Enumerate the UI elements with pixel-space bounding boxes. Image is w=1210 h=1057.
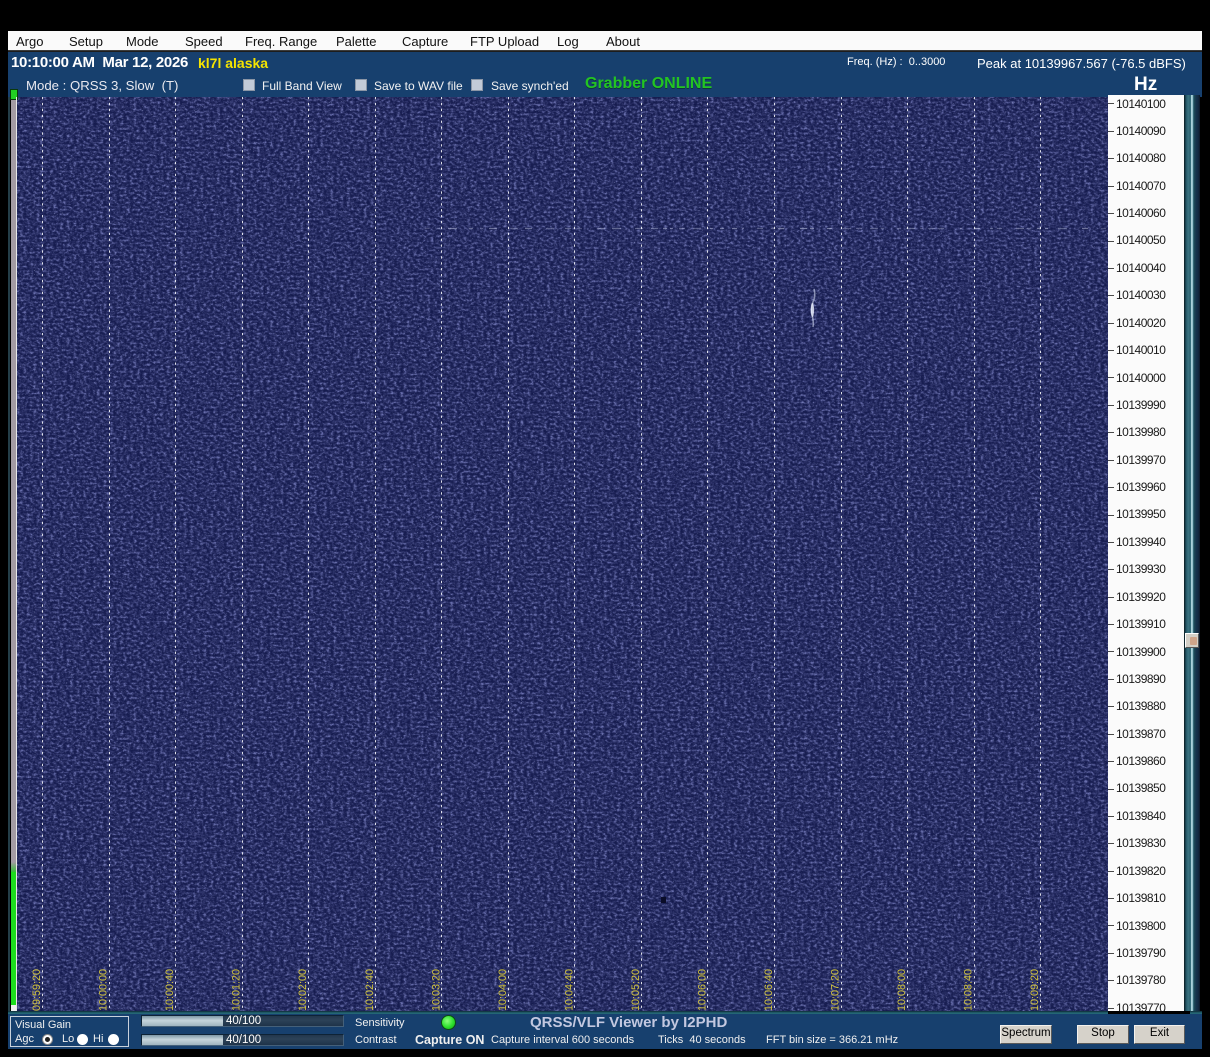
svg-text:10:00:00: 10:00:00 <box>98 969 110 1011</box>
svg-text:10:01:20: 10:01:20 <box>231 969 243 1011</box>
svg-text:10:05:20: 10:05:20 <box>630 969 642 1011</box>
svg-text:10:02:00: 10:02:00 <box>297 969 309 1011</box>
svg-text:10:07:20: 10:07:20 <box>830 969 842 1011</box>
svg-text:10:04:40: 10:04:40 <box>563 969 575 1011</box>
svg-text:10:04:00: 10:04:00 <box>497 969 509 1011</box>
svg-text:10:09:20: 10:09:20 <box>1029 969 1041 1011</box>
svg-text:10:06:00: 10:06:00 <box>697 969 709 1011</box>
svg-text:10:00:40: 10:00:40 <box>164 969 176 1011</box>
svg-text:10:03:20: 10:03:20 <box>430 969 442 1011</box>
svg-text:10:02:40: 10:02:40 <box>364 969 376 1011</box>
svg-text:10:08:40: 10:08:40 <box>963 969 975 1011</box>
svg-text:10:08:00: 10:08:00 <box>896 969 908 1011</box>
svg-text:09:59:20: 09:59:20 <box>31 969 43 1011</box>
svg-text:10:06:40: 10:06:40 <box>763 969 775 1011</box>
